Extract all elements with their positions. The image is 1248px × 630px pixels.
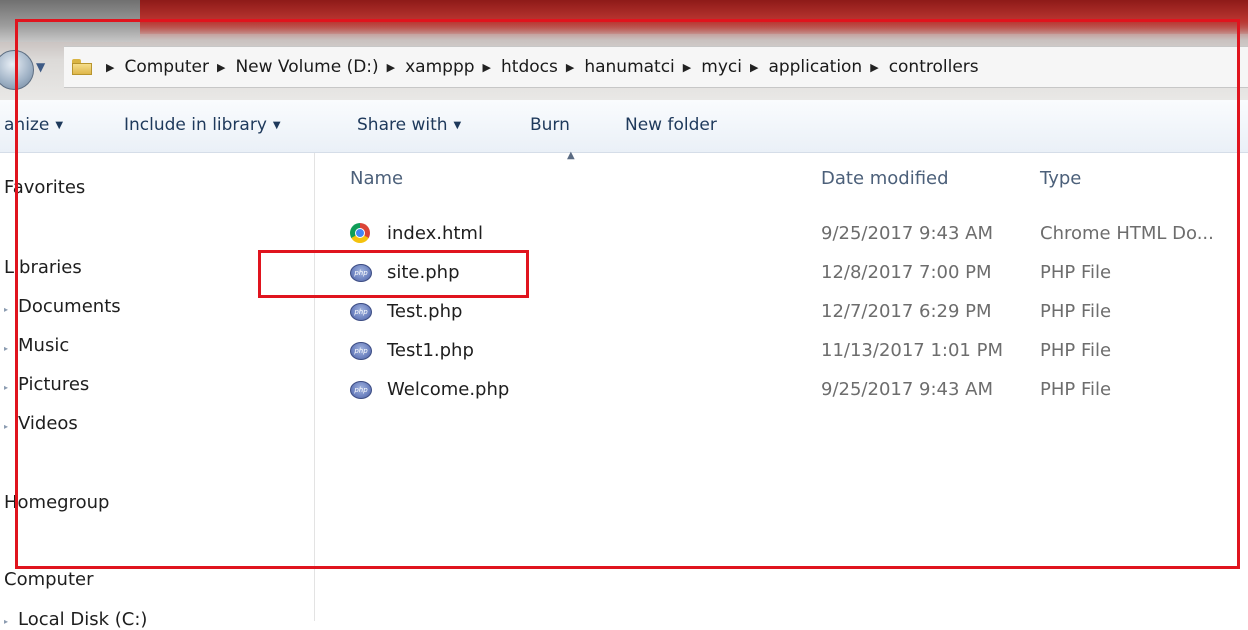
php-icon: php <box>350 262 372 284</box>
recent-pages-dropdown-icon[interactable]: ▼ <box>36 60 45 74</box>
chevron-right-icon[interactable]: ▶ <box>750 61 758 74</box>
organize-button[interactable]: anize ▼ <box>4 115 63 135</box>
file-row[interactable]: php Test.php 12/7/2017 6:29 PM PHP File <box>330 299 1248 333</box>
breadcrumb-item-application[interactable]: application <box>768 57 862 77</box>
file-name: Test1.php <box>387 340 474 361</box>
file-name: Welcome.php <box>387 379 510 400</box>
breadcrumb-item-htdocs[interactable]: htdocs <box>501 57 558 77</box>
chrome-icon <box>350 223 372 245</box>
file-date-modified: 9/25/2017 9:43 AM <box>821 223 994 244</box>
organize-label: anize <box>4 115 50 135</box>
nav-item-local-disk[interactable]: Local Disk (C:) <box>18 609 147 630</box>
file-date-modified: 9/25/2017 9:43 AM <box>821 379 994 400</box>
back-button[interactable] <box>0 50 34 90</box>
file-date-modified: 11/13/2017 1:01 PM <box>821 340 1003 361</box>
file-name: site.php <box>387 262 460 283</box>
breadcrumb: ▶ Computer ▶ New Volume (D:) ▶ xamppp ▶ … <box>98 57 979 77</box>
file-type: PHP File <box>1040 340 1112 361</box>
share-with-label: Share with <box>357 115 448 135</box>
nav-item-homegroup[interactable]: Homegroup <box>4 492 109 513</box>
file-type: PHP File <box>1040 301 1112 322</box>
burn-button[interactable]: Burn <box>530 115 570 135</box>
folder-icon <box>72 59 92 75</box>
file-row[interactable]: php Welcome.php 9/25/2017 9:43 AM PHP Fi… <box>330 377 1248 411</box>
chevron-right-icon[interactable]: ▶ <box>483 61 491 74</box>
nav-item-videos[interactable]: Videos <box>18 413 78 434</box>
chevron-right-icon[interactable]: ▶ <box>106 61 114 74</box>
file-type: PHP File <box>1040 262 1112 283</box>
chevron-down-icon: ▼ <box>272 120 281 131</box>
chevron-right-icon[interactable]: ▶ <box>387 61 395 74</box>
expand-arrow-icon[interactable]: ▸ <box>4 617 8 626</box>
nav-item-pictures[interactable]: Pictures <box>18 374 89 395</box>
breadcrumb-item-hanumatci[interactable]: hanumatci <box>584 57 674 77</box>
file-name: index.html <box>387 223 483 244</box>
include-in-library-button[interactable]: Include in library ▼ <box>124 115 281 135</box>
title-bar-glow <box>140 0 1248 34</box>
file-name: Test.php <box>387 301 463 322</box>
expand-arrow-icon[interactable]: ▸ <box>4 305 8 314</box>
file-type: Chrome HTML Do... <box>1040 223 1214 244</box>
file-date-modified: 12/7/2017 6:29 PM <box>821 301 992 322</box>
chevron-right-icon[interactable]: ▶ <box>566 61 574 74</box>
chevron-right-icon[interactable]: ▶ <box>870 61 878 74</box>
breadcrumb-item-controllers[interactable]: controllers <box>889 57 979 77</box>
php-icon: php <box>350 340 372 362</box>
chevron-down-icon: ▼ <box>55 120 64 131</box>
title-bar: ▼ ▶ Computer ▶ New Volume (D:) ▶ xamppp … <box>0 0 1248 100</box>
breadcrumb-item-myci[interactable]: myci <box>701 57 742 77</box>
address-bar[interactable]: ▶ Computer ▶ New Volume (D:) ▶ xamppp ▶ … <box>64 46 1248 88</box>
file-row[interactable]: php site.php 12/8/2017 7:00 PM PHP File <box>330 260 1248 294</box>
column-header-date-modified[interactable]: Date modified <box>821 168 949 189</box>
nav-item-favorites[interactable]: Favorites <box>4 177 85 198</box>
php-icon: php <box>350 379 372 401</box>
chevron-down-icon: ▼ <box>453 120 462 131</box>
column-header-type[interactable]: Type <box>1040 168 1081 189</box>
expand-arrow-icon[interactable]: ▸ <box>4 383 8 392</box>
breadcrumb-item-xamppp[interactable]: xamppp <box>405 57 474 77</box>
include-in-library-label: Include in library <box>124 115 267 135</box>
nav-item-music[interactable]: Music <box>18 335 69 356</box>
navigation-pane: Favorites Libraries ▸ Documents ▸ Music … <box>0 153 315 630</box>
chevron-right-icon[interactable]: ▶ <box>217 61 225 74</box>
breadcrumb-item-new-volume[interactable]: New Volume (D:) <box>235 57 378 77</box>
title-bar-left-region <box>0 0 140 42</box>
breadcrumb-item-computer[interactable]: Computer <box>124 57 209 77</box>
nav-item-libraries[interactable]: Libraries <box>4 257 82 278</box>
column-header-name[interactable]: Name <box>350 168 403 189</box>
new-folder-button[interactable]: New folder <box>625 115 717 135</box>
chevron-right-icon[interactable]: ▶ <box>683 61 691 74</box>
sort-ascending-icon: ▲ <box>567 150 575 161</box>
expand-arrow-icon[interactable]: ▸ <box>4 344 8 353</box>
nav-item-computer[interactable]: Computer <box>4 569 93 590</box>
file-type: PHP File <box>1040 379 1112 400</box>
file-row[interactable]: index.html 9/25/2017 9:43 AM Chrome HTML… <box>330 221 1248 255</box>
file-date-modified: 12/8/2017 7:00 PM <box>821 262 992 283</box>
share-with-button[interactable]: Share with ▼ <box>357 115 461 135</box>
file-row[interactable]: php Test1.php 11/13/2017 1:01 PM PHP Fil… <box>330 338 1248 372</box>
php-icon: php <box>350 301 372 323</box>
nav-item-documents[interactable]: Documents <box>18 296 121 317</box>
command-bar: anize ▼ Include in library ▼ Share with ▼ B… <box>0 100 1248 153</box>
expand-arrow-icon[interactable]: ▸ <box>4 422 8 431</box>
